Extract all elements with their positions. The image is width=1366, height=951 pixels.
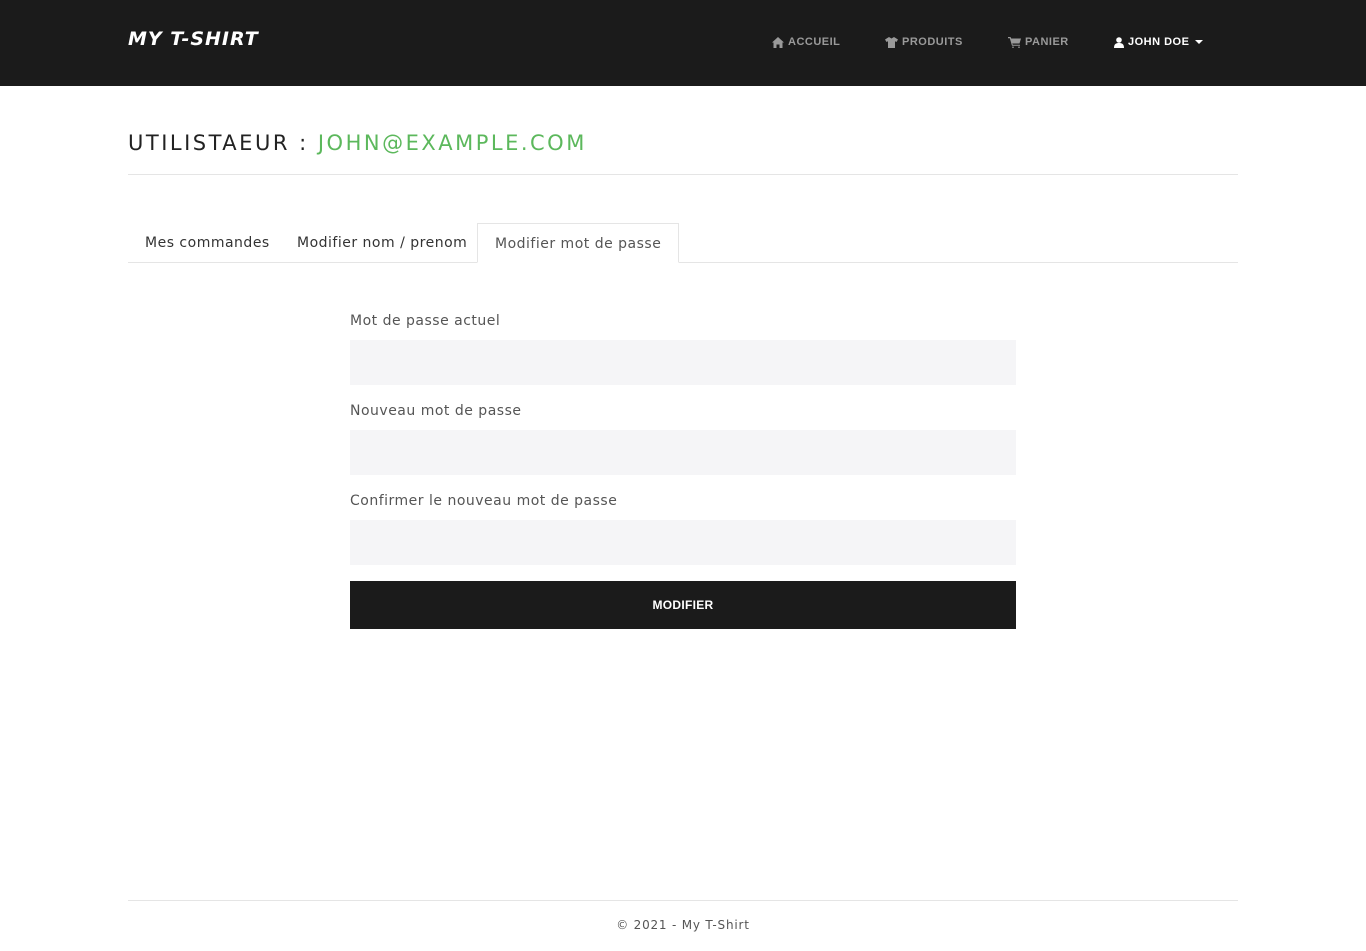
- nav-products[interactable]: PRODUITS: [885, 34, 963, 50]
- footer-divider: [128, 900, 1238, 901]
- nav-cart[interactable]: PANIER: [1008, 34, 1069, 50]
- tab-bar: Mes commandes Modifier nom / prenom Modi…: [128, 223, 1238, 263]
- user-email: JOHN@EXAMPLE.COM: [317, 131, 587, 155]
- home-icon: [772, 36, 784, 48]
- nav-user-menu[interactable]: JOHN DOE: [1114, 34, 1204, 50]
- confirm-password-input[interactable]: [350, 520, 1016, 565]
- current-password-input[interactable]: [350, 340, 1016, 385]
- new-password-input[interactable]: [350, 430, 1016, 475]
- divider: [128, 174, 1238, 175]
- navbar: MY T-SHIRT ACCUEIL PRODUITS PANIER JOHN …: [0, 0, 1366, 86]
- tab-orders[interactable]: Mes commandes: [128, 223, 287, 263]
- tab-edit-password[interactable]: Modifier mot de passe: [477, 223, 680, 263]
- brand-logo[interactable]: MY T-SHIRT: [128, 28, 259, 50]
- page-title-prefix: UTILISTAEUR :: [128, 131, 318, 155]
- nav-cart-label: PANIER: [1025, 36, 1069, 48]
- nav-home-label: ACCUEIL: [788, 36, 841, 48]
- nav-products-label: PRODUITS: [902, 36, 963, 48]
- nav-home[interactable]: ACCUEIL: [772, 34, 840, 50]
- tab-edit-name[interactable]: Modifier nom / prenom: [280, 223, 484, 263]
- cart-icon: [1008, 36, 1021, 48]
- page-title: UTILISTAEUR : JOHN@EXAMPLE.COM: [128, 131, 587, 155]
- nav-user-label: JOHN DOE: [1128, 36, 1190, 48]
- current-password-label: Mot de passe actuel: [350, 313, 501, 329]
- submit-button[interactable]: MODIFIER: [350, 581, 1016, 629]
- confirm-password-label: Confirmer le nouveau mot de passe: [350, 493, 618, 509]
- user-icon: [1114, 36, 1124, 48]
- chevron-down-icon: [1195, 40, 1204, 44]
- tshirt-icon: [885, 36, 898, 48]
- new-password-label: Nouveau mot de passe: [350, 403, 522, 419]
- footer-copyright: © 2021 - My T-Shirt: [616, 918, 750, 932]
